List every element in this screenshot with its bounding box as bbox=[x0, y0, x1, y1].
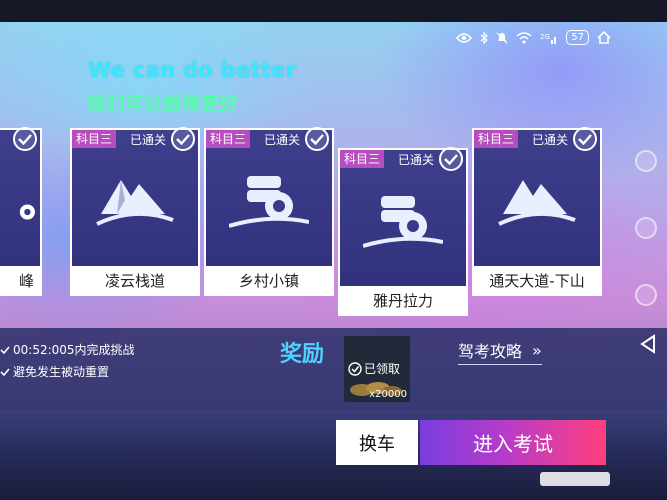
reward-label: 奖励 bbox=[280, 342, 325, 367]
condition-time: 00:52:005内完成挑战 bbox=[0, 341, 135, 358]
svg-text:2G: 2G bbox=[540, 33, 550, 41]
reward-quantity: x20000 bbox=[369, 389, 407, 400]
course-card-tongtian[interactable]: 科目三 已通关 通天大道-下山 bbox=[472, 126, 602, 296]
course-title: 通天大道-下山 bbox=[474, 266, 600, 294]
tire-stack-icon bbox=[206, 170, 332, 232]
mute-icon bbox=[496, 32, 508, 44]
change-car-button[interactable]: 换车 bbox=[336, 420, 418, 465]
check-icon bbox=[12, 126, 38, 156]
course-title: 凌云栈道 bbox=[72, 266, 198, 294]
check-icon bbox=[0, 345, 10, 354]
course-title: 峰 bbox=[0, 266, 40, 294]
check-icon bbox=[348, 361, 362, 376]
mountain-icon bbox=[474, 170, 600, 232]
subject-tag: 科目三 bbox=[206, 130, 251, 148]
cleared-label: 已通关 bbox=[129, 133, 166, 147]
reward-item[interactable]: 已领取 x20000 bbox=[344, 336, 410, 402]
mountain-icon bbox=[72, 170, 198, 232]
side-page-indicator bbox=[635, 150, 657, 306]
status-bar: 2G 57 bbox=[456, 30, 611, 45]
side-dot bbox=[635, 150, 657, 172]
enter-exam-button[interactable]: 进入考试 bbox=[420, 420, 606, 465]
driving-guide-link[interactable]: 驾考攻略 » bbox=[458, 338, 542, 365]
course-card-village[interactable]: 科目三 已通关 乡村小镇 bbox=[204, 126, 334, 296]
subject-tag: 科目三 bbox=[474, 130, 519, 148]
side-dot bbox=[635, 217, 657, 239]
button-glow bbox=[540, 472, 610, 486]
check-icon bbox=[0, 367, 10, 376]
claimed-text: 已领取 bbox=[364, 362, 401, 376]
home-icon[interactable] bbox=[597, 31, 611, 44]
slogan-english: We can do better bbox=[88, 58, 297, 82]
side-dot bbox=[635, 284, 657, 306]
battery-icon: 57 bbox=[566, 30, 589, 45]
check-icon bbox=[170, 126, 196, 156]
guide-label: 驾考攻略 bbox=[458, 342, 523, 361]
top-bar bbox=[0, 0, 667, 22]
cleared-label: 已通关 bbox=[397, 153, 434, 167]
course-card-lingyun[interactable]: 科目三 已通关 凌云栈道 bbox=[70, 126, 200, 296]
bluetooth-icon bbox=[480, 31, 489, 44]
condition-text: 避免发生被动重置 bbox=[13, 365, 110, 379]
check-icon bbox=[304, 126, 330, 156]
course-card-partial[interactable]: 峰 bbox=[0, 126, 42, 296]
course-card-yadan-selected[interactable]: 科目三 已通关 雅丹拉力 bbox=[338, 146, 468, 316]
subject-tag: 科目三 bbox=[72, 130, 117, 148]
claimed-badge: 已领取 bbox=[348, 360, 400, 377]
game-screen: 2G 57 We can do better 我们可以做得更好 峰 科目三 已通… bbox=[0, 0, 667, 500]
tire-stack-icon bbox=[340, 190, 466, 252]
cleared-label: 已通关 bbox=[263, 133, 300, 147]
condition-reset: 避免发生被动重置 bbox=[0, 363, 109, 380]
signal-2g-icon: 2G bbox=[540, 32, 558, 44]
cleared-label: 已通关 bbox=[531, 133, 568, 147]
condition-text: 00:52:005内完成挑战 bbox=[13, 343, 135, 357]
road-mark-icon bbox=[0, 192, 40, 232]
slogan-chinese: 我们可以做得更好 bbox=[87, 94, 239, 115]
course-title: 雅丹拉力 bbox=[340, 286, 466, 314]
subject-tag: 科目三 bbox=[340, 150, 385, 168]
check-icon bbox=[572, 126, 598, 156]
eye-icon bbox=[456, 32, 473, 44]
double-chevron-right-icon: » bbox=[532, 340, 542, 360]
wifi-icon bbox=[516, 31, 532, 44]
collapse-arrow-icon[interactable] bbox=[639, 334, 657, 358]
course-title: 乡村小镇 bbox=[206, 266, 332, 294]
check-icon bbox=[438, 146, 464, 176]
